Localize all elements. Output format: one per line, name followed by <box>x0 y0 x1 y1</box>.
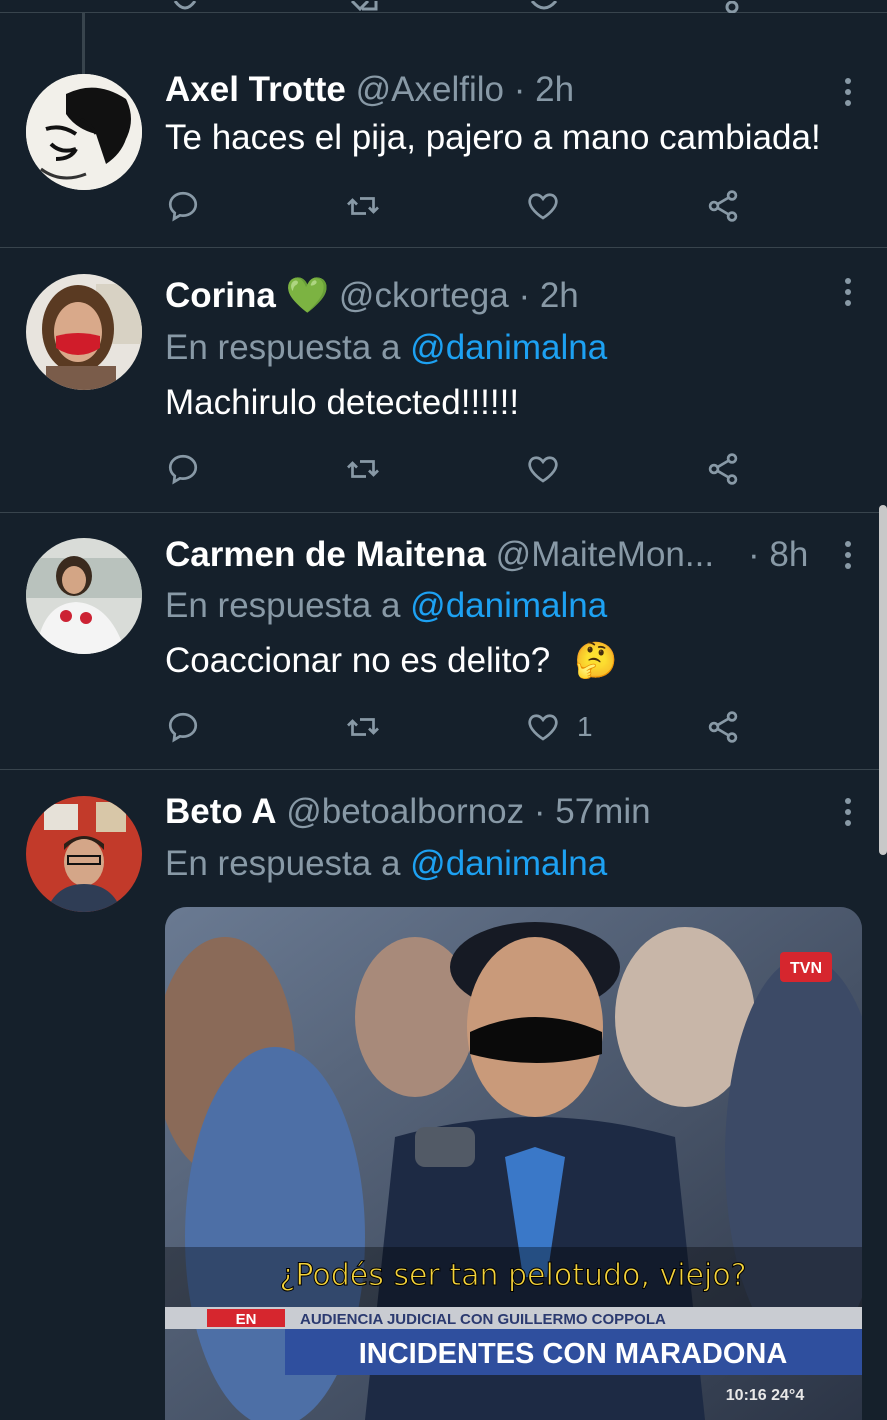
like-icon <box>528 193 558 220</box>
share-icon <box>708 711 738 743</box>
retweet-button[interactable] <box>345 707 381 747</box>
avatar-sketch-image <box>26 74 142 190</box>
like-icon <box>528 456 558 483</box>
reply-mention-link[interactable]: @danimalna <box>410 328 607 367</box>
more-icon[interactable] <box>843 278 853 308</box>
timestamp[interactable]: · 8h <box>748 535 808 575</box>
video-frame-illustration: TVN ¿Podés ser tan pelotudo, viejo? EN A… <box>165 907 862 1420</box>
reply-context: En respuesta a @danimalna <box>165 844 607 884</box>
timestamp[interactable]: · 57min <box>534 792 651 831</box>
scrollbar[interactable] <box>879 505 887 855</box>
author-name[interactable]: Beto A <box>165 792 276 831</box>
more-icon[interactable] <box>843 541 853 571</box>
more-icon[interactable] <box>843 78 853 108</box>
reply-mention-link[interactable]: @danimalna <box>410 844 607 883</box>
tweet-carmen[interactable]: Carmen de Maitena @MaiteMon... · 8h En r… <box>0 513 887 770</box>
broadcast-clock: 10:16 24°4 <box>726 1387 805 1404</box>
tweet-axel[interactable]: Axel Trotte @Axelfilo · 2h Te haces el p… <box>0 12 887 248</box>
ticker-line-1: AUDIENCIA JUDICIAL CON GUILLERMO COPPOLA <box>300 1311 666 1328</box>
avatar[interactable] <box>26 538 142 654</box>
ticker-line-2: INCIDENTES CON MARADONA <box>359 1338 788 1370</box>
tweet-text-line: Coaccionar no es delito? 🤔 <box>165 641 618 681</box>
more-icon[interactable] <box>843 798 853 828</box>
tweet-text: Coaccionar no es delito? <box>165 641 551 680</box>
avatar[interactable] <box>26 274 142 390</box>
author-handle[interactable]: @Axelfilo <box>356 70 504 109</box>
tweet-actions <box>165 449 765 489</box>
like-button[interactable] <box>525 186 577 226</box>
reply-context: En respuesta a @danimalna <box>165 328 607 368</box>
share-button[interactable] <box>705 707 741 747</box>
like-count: 1 <box>577 711 593 742</box>
reply-icon <box>168 191 198 222</box>
reply-mention-link[interactable]: @danimalna <box>410 586 607 625</box>
author-handle[interactable]: @betoalbornoz <box>286 792 524 831</box>
thread-line <box>82 12 85 82</box>
share-button[interactable] <box>705 186 741 226</box>
like-button[interactable]: 1 <box>525 707 593 747</box>
timestamp[interactable]: · 2h <box>518 276 578 315</box>
thinking-face-emoji: 🤔 <box>573 641 618 680</box>
retweet-icon <box>347 460 379 478</box>
timestamp[interactable]: · 2h <box>514 70 574 109</box>
green-heart-icon: 💚 <box>285 276 330 315</box>
reply-icon <box>168 454 198 485</box>
author-name[interactable]: Axel Trotte <box>165 70 346 109</box>
avatar[interactable] <box>26 796 142 912</box>
reply-button[interactable] <box>165 449 201 489</box>
like-icon <box>528 714 558 741</box>
retweet-icon <box>347 197 379 215</box>
retweet-button[interactable] <box>345 186 381 226</box>
tweet-corina[interactable]: Corina 💚 @ckortega · 2h En respuesta a @… <box>0 248 887 513</box>
video-subtitle: ¿Podés ser tan pelotudo, viejo? <box>279 1258 746 1293</box>
avatar-photo-image <box>26 274 142 390</box>
avatar-photo-image <box>26 796 142 912</box>
author-name[interactable]: Corina <box>165 276 276 315</box>
retweet-icon <box>347 718 379 736</box>
like-button[interactable] <box>525 449 577 489</box>
tweet-actions: 1 <box>165 707 765 747</box>
tweet-text: Machirulo detected!!!!!! <box>165 383 520 422</box>
reply-icon <box>168 712 198 743</box>
share-button[interactable] <box>705 449 741 489</box>
avatar[interactable] <box>26 74 142 190</box>
avatar-photo-image <box>26 538 142 654</box>
tweet-media-image[interactable]: TVN ¿Podés ser tan pelotudo, viejo? EN A… <box>165 907 862 1420</box>
share-icon <box>708 190 738 222</box>
author-handle[interactable]: @ckortega <box>339 276 509 315</box>
share-icon <box>708 453 738 485</box>
reply-prefix: En respuesta a <box>165 586 401 625</box>
retweet-button[interactable] <box>345 449 381 489</box>
reply-context: En respuesta a @danimalna <box>165 586 607 626</box>
reply-button[interactable] <box>165 707 201 747</box>
author-handle[interactable]: @MaiteMon... <box>496 535 714 574</box>
tweet-text: Te haces el pija, pajero a mano cambiada… <box>165 118 821 157</box>
reply-prefix: En respuesta a <box>165 844 401 883</box>
author-name[interactable]: Carmen de Maitena <box>165 535 486 574</box>
channel-logo: TVN <box>790 960 822 977</box>
reply-button[interactable] <box>165 186 201 226</box>
ticker-source: EN <box>236 1311 257 1328</box>
reply-prefix: En respuesta a <box>165 328 401 367</box>
tweet-actions <box>165 186 765 226</box>
